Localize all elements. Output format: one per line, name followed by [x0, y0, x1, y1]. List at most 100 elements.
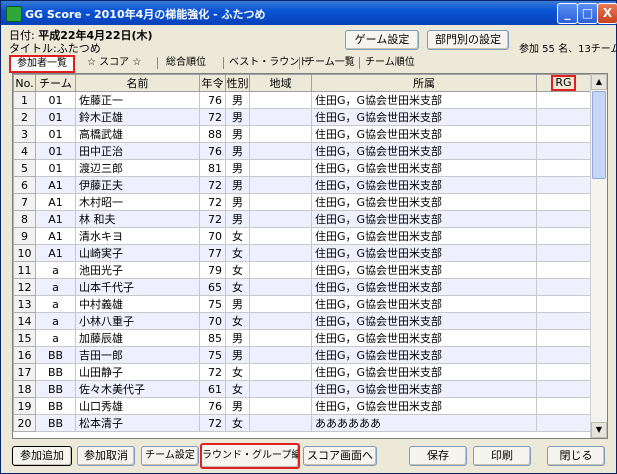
table-row[interactable]: 4 01 田中正治 76 男 住田G，G協会世田米支部 [13, 142, 591, 160]
cell-name[interactable]: 山崎実子 [75, 244, 200, 262]
cell-name[interactable]: 小林八重子 [75, 312, 200, 330]
tab-participants[interactable]: 参加者一覧 [9, 55, 75, 73]
cell-rg[interactable] [536, 295, 591, 313]
tab-overall-rank[interactable]: 総合順位 [166, 55, 206, 71]
cell-rg[interactable] [536, 346, 591, 364]
cell-gender[interactable]: 女 [225, 380, 250, 398]
cell-region[interactable] [249, 176, 312, 194]
cell-no[interactable]: 8 [13, 210, 36, 228]
cell-gender[interactable]: 女 [225, 278, 250, 296]
cell-name[interactable]: 山口秀雄 [75, 397, 200, 415]
table-row[interactable]: 14 a 小林八重子 70 女 住田G，G協会世田米支部 [13, 312, 591, 330]
cell-no[interactable]: 7 [13, 193, 36, 211]
cell-name[interactable]: 木村昭一 [75, 193, 200, 211]
cell-name[interactable]: 吉田一郎 [75, 346, 200, 364]
cell-region[interactable] [249, 346, 312, 364]
title-bar[interactable]: GG Score - 2010年4月の梯能強化 - ふたつめ _ □ X [1, 1, 617, 25]
cell-no[interactable]: 20 [13, 414, 36, 432]
cell-name[interactable]: 加藤辰雄 [75, 329, 200, 347]
close-button[interactable]: 閉じる [547, 446, 605, 466]
cell-gender[interactable]: 男 [225, 176, 250, 194]
cell-no[interactable]: 9 [13, 227, 36, 245]
cell-age[interactable]: 85 [199, 329, 226, 347]
scroll-down-arrow-icon[interactable]: ▼ [591, 422, 607, 438]
table-row[interactable]: 8 A1 林 和夫 72 男 住田G，G協会世田米支部 [13, 210, 591, 228]
cell-age[interactable]: 72 [199, 193, 226, 211]
cell-region[interactable] [249, 312, 312, 330]
cell-age[interactable]: 75 [199, 346, 226, 364]
cell-team[interactable]: BB [35, 363, 76, 381]
cell-team[interactable]: 01 [35, 125, 76, 143]
cell-affiliation[interactable]: 住田G，G協会世田米支部 [311, 261, 537, 279]
cell-region[interactable] [249, 227, 312, 245]
cell-name[interactable]: 田中正治 [75, 142, 200, 160]
maximize-button[interactable]: □ [577, 3, 598, 24]
add-participant-button[interactable]: 参加追加 [12, 446, 72, 466]
cell-rg[interactable] [536, 193, 591, 211]
cell-team[interactable]: BB [35, 346, 76, 364]
cell-gender[interactable]: 男 [225, 108, 250, 126]
cell-affiliation[interactable]: ああああああ [311, 414, 537, 432]
cell-name[interactable]: 高橋武雄 [75, 125, 200, 143]
cell-gender[interactable]: 男 [225, 142, 250, 160]
cell-age[interactable]: 79 [199, 261, 226, 279]
cell-rg[interactable] [536, 227, 591, 245]
cell-rg[interactable] [536, 278, 591, 296]
scroll-up-arrow-icon[interactable]: ▲ [591, 74, 607, 90]
tab-team-rank[interactable]: チーム順位 [365, 55, 415, 71]
cell-affiliation[interactable]: 住田G，G協会世田米支部 [311, 363, 537, 381]
table-row[interactable]: 3 01 高橋武雄 88 男 住田G，G協会世田米支部 [13, 125, 591, 143]
cell-age[interactable]: 81 [199, 159, 226, 177]
cell-affiliation[interactable]: 住田G，G協会世田米支部 [311, 176, 537, 194]
cell-no[interactable]: 19 [13, 397, 36, 415]
cell-affiliation[interactable]: 住田G，G協会世田米支部 [311, 380, 537, 398]
cell-gender[interactable]: 男 [225, 91, 250, 109]
cell-rg[interactable] [536, 312, 591, 330]
minimize-button[interactable]: _ [557, 3, 578, 24]
cell-gender[interactable]: 男 [225, 346, 250, 364]
table-row[interactable]: 19 BB 山口秀雄 76 男 住田G，G協会世田米支部 [13, 397, 591, 415]
cell-no[interactable]: 4 [13, 142, 36, 160]
cell-no[interactable]: 5 [13, 159, 36, 177]
cell-no[interactable]: 6 [13, 176, 36, 194]
tab-score[interactable]: ☆ スコア ☆ [87, 55, 141, 71]
cell-name[interactable]: 中村義雄 [75, 295, 200, 313]
scroll-thumb[interactable] [592, 91, 606, 179]
cell-name[interactable]: 佐々木美代子 [75, 380, 200, 398]
table-row[interactable]: 2 01 鈴木正雄 72 男 住田G，G協会世田米支部 [13, 108, 591, 126]
cell-region[interactable] [249, 210, 312, 228]
table-row[interactable]: 1 01 佐藤正一 76 男 住田G，G協会世田米支部 [13, 91, 591, 109]
cell-age[interactable]: 76 [199, 397, 226, 415]
cell-no[interactable]: 3 [13, 125, 36, 143]
cell-region[interactable] [249, 278, 312, 296]
cell-rg[interactable] [536, 329, 591, 347]
cell-affiliation[interactable]: 住田G，G協会世田米支部 [311, 346, 537, 364]
cell-rg[interactable] [536, 244, 591, 262]
cell-age[interactable]: 76 [199, 91, 226, 109]
game-settings-button[interactable]: ゲーム設定 [345, 30, 419, 50]
cell-name[interactable]: 山田静子 [75, 363, 200, 381]
cell-age[interactable]: 72 [199, 176, 226, 194]
cell-rg[interactable] [536, 176, 591, 194]
cell-affiliation[interactable]: 住田G，G協会世田米支部 [311, 159, 537, 177]
cell-gender[interactable]: 女 [225, 244, 250, 262]
cell-gender[interactable]: 男 [225, 397, 250, 415]
cell-region[interactable] [249, 159, 312, 177]
table-row[interactable]: 15 a 加藤辰雄 85 男 住田G，G協会世田米支部 [13, 329, 591, 347]
cell-region[interactable] [249, 193, 312, 211]
cell-gender[interactable]: 男 [225, 159, 250, 177]
cell-no[interactable]: 12 [13, 278, 36, 296]
dept-settings-button[interactable]: 部門別の設定 [427, 30, 509, 50]
col-header-name[interactable]: 名前 [75, 74, 200, 92]
cell-team[interactable]: A1 [35, 193, 76, 211]
cell-affiliation[interactable]: 住田G，G協会世田米支部 [311, 329, 537, 347]
cell-region[interactable] [249, 244, 312, 262]
cell-name[interactable]: 伊藤正夫 [75, 176, 200, 194]
cell-rg[interactable] [536, 142, 591, 160]
col-header-region[interactable]: 地域 [249, 74, 312, 92]
participants-grid[interactable]: No. チーム 名前 年令 性別 地域 所属 RG 1 01 佐藤正一 76 男住田G，… [12, 73, 608, 439]
cancel-participant-button[interactable]: 参加取消 [77, 446, 135, 466]
cell-name[interactable]: 山本千代子 [75, 278, 200, 296]
cell-rg[interactable] [536, 125, 591, 143]
col-header-age[interactable]: 年令 [199, 74, 226, 92]
